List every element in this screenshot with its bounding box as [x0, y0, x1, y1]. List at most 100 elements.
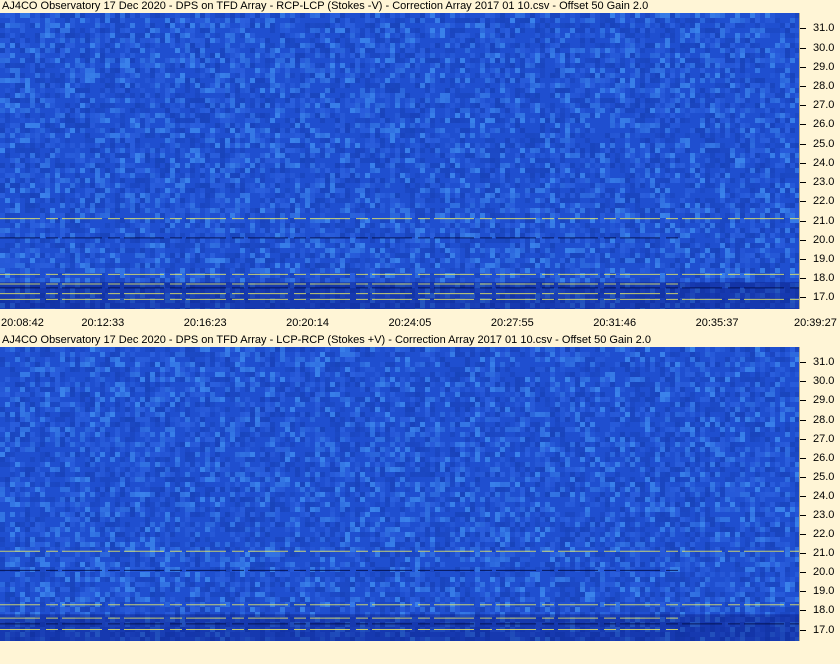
noise-cell: [540, 48, 545, 53]
noise-cell: [220, 143, 225, 148]
noise-cell: [100, 18, 105, 23]
noise-cell: [285, 243, 290, 248]
noise-cell: [415, 113, 420, 118]
noise-cell: [120, 198, 125, 203]
noise-cell: [565, 88, 570, 93]
noise-cell: [120, 78, 125, 83]
noise-cell: [665, 238, 670, 243]
noise-cell: [320, 233, 325, 238]
noise-cell: [285, 153, 290, 158]
noise-cell: [585, 243, 590, 248]
noise-cell: [605, 103, 610, 108]
noise-cell: [595, 98, 600, 103]
noise-cell: [475, 18, 480, 23]
noise-cell: [170, 28, 175, 33]
noise-cell: [300, 143, 305, 148]
noise-cell: [740, 68, 745, 73]
noise-cell: [690, 153, 695, 158]
noise-cell: [240, 188, 245, 193]
noise-cell: [320, 183, 325, 188]
noise-cell: [770, 193, 775, 198]
noise-cell: [770, 118, 775, 123]
noise-cell: [80, 153, 85, 158]
noise-cell: [220, 118, 225, 123]
noise-cell: [110, 23, 115, 28]
noise-cell: [250, 88, 255, 93]
noise-cell: [290, 128, 295, 133]
noise-cell: [650, 63, 655, 68]
noise-cell: [790, 103, 795, 108]
noise-cell: [475, 33, 480, 38]
noise-cell: [345, 103, 350, 108]
noise-cell: [350, 163, 355, 168]
noise-cell: [145, 228, 150, 233]
noise-cell: [650, 193, 655, 198]
noise-cell: [730, 103, 735, 108]
noise-cell: [5, 48, 10, 53]
noise-cell: [130, 68, 135, 73]
noise-cell: [305, 48, 310, 53]
noise-cell: [520, 43, 525, 48]
noise-cell: [780, 68, 785, 73]
noise-cell: [710, 248, 715, 253]
noise-cell: [490, 68, 495, 73]
noise-cell: [680, 93, 685, 98]
noise-cell: [110, 58, 115, 63]
noise-cell: [220, 203, 225, 208]
noise-cell: [785, 248, 790, 253]
noise-cell: [740, 233, 745, 238]
noise-cell: [650, 98, 655, 103]
noise-cell: [390, 128, 395, 133]
noise-cell: [650, 88, 655, 93]
noise-cell: [755, 118, 760, 123]
noise-cell: [645, 63, 650, 68]
noise-cell: [225, 38, 230, 43]
noise-cell: [10, 223, 15, 228]
noise-cell: [135, 123, 140, 128]
noise-cell: [105, 33, 110, 38]
noise-cell: [165, 243, 170, 248]
noise-cell: [120, 168, 125, 173]
noise-cell: [260, 243, 265, 248]
noise-cell: [45, 83, 50, 88]
noise-cell: [285, 133, 290, 138]
noise-cell: [655, 53, 660, 58]
noise-cell: [360, 193, 365, 198]
noise-cell: [515, 243, 520, 248]
noise-cell: [460, 213, 465, 218]
noise-cell: [350, 248, 355, 253]
noise-cell: [540, 133, 545, 138]
noise-cell: [530, 158, 535, 163]
noise-cell: [305, 158, 310, 163]
noise-cell: [675, 228, 680, 233]
noise-cell: [110, 48, 115, 53]
noise-cell: [715, 203, 720, 208]
noise-cell: [20, 28, 25, 33]
noise-cell: [530, 63, 535, 68]
noise-cell: [220, 198, 225, 203]
noise-cell: [45, 243, 50, 248]
noise-cell: [555, 63, 560, 68]
noise-cell: [390, 73, 395, 78]
noise-cell: [600, 108, 605, 113]
noise-cell: [315, 23, 320, 28]
noise-cell: [175, 138, 180, 143]
noise-cell: [755, 28, 760, 33]
noise-cell: [505, 208, 510, 213]
noise-cell: [365, 138, 370, 143]
noise-cell: [390, 158, 395, 163]
spectrogram-stokes-minus-v[interactable]: [0, 13, 799, 309]
noise-cell: [65, 43, 70, 48]
noise-cell: [445, 143, 450, 148]
noise-cell: [185, 18, 190, 23]
noise-cell: [50, 18, 55, 23]
noise-cell: [375, 103, 380, 108]
noise-cell: [555, 118, 560, 123]
noise-cell: [645, 168, 650, 173]
noise-cell: [630, 78, 635, 83]
noise-cell: [285, 158, 290, 163]
noise-cell: [520, 223, 525, 228]
noise-cell: [220, 248, 225, 253]
noise-cell: [75, 253, 80, 258]
noise-cell: [135, 158, 140, 163]
